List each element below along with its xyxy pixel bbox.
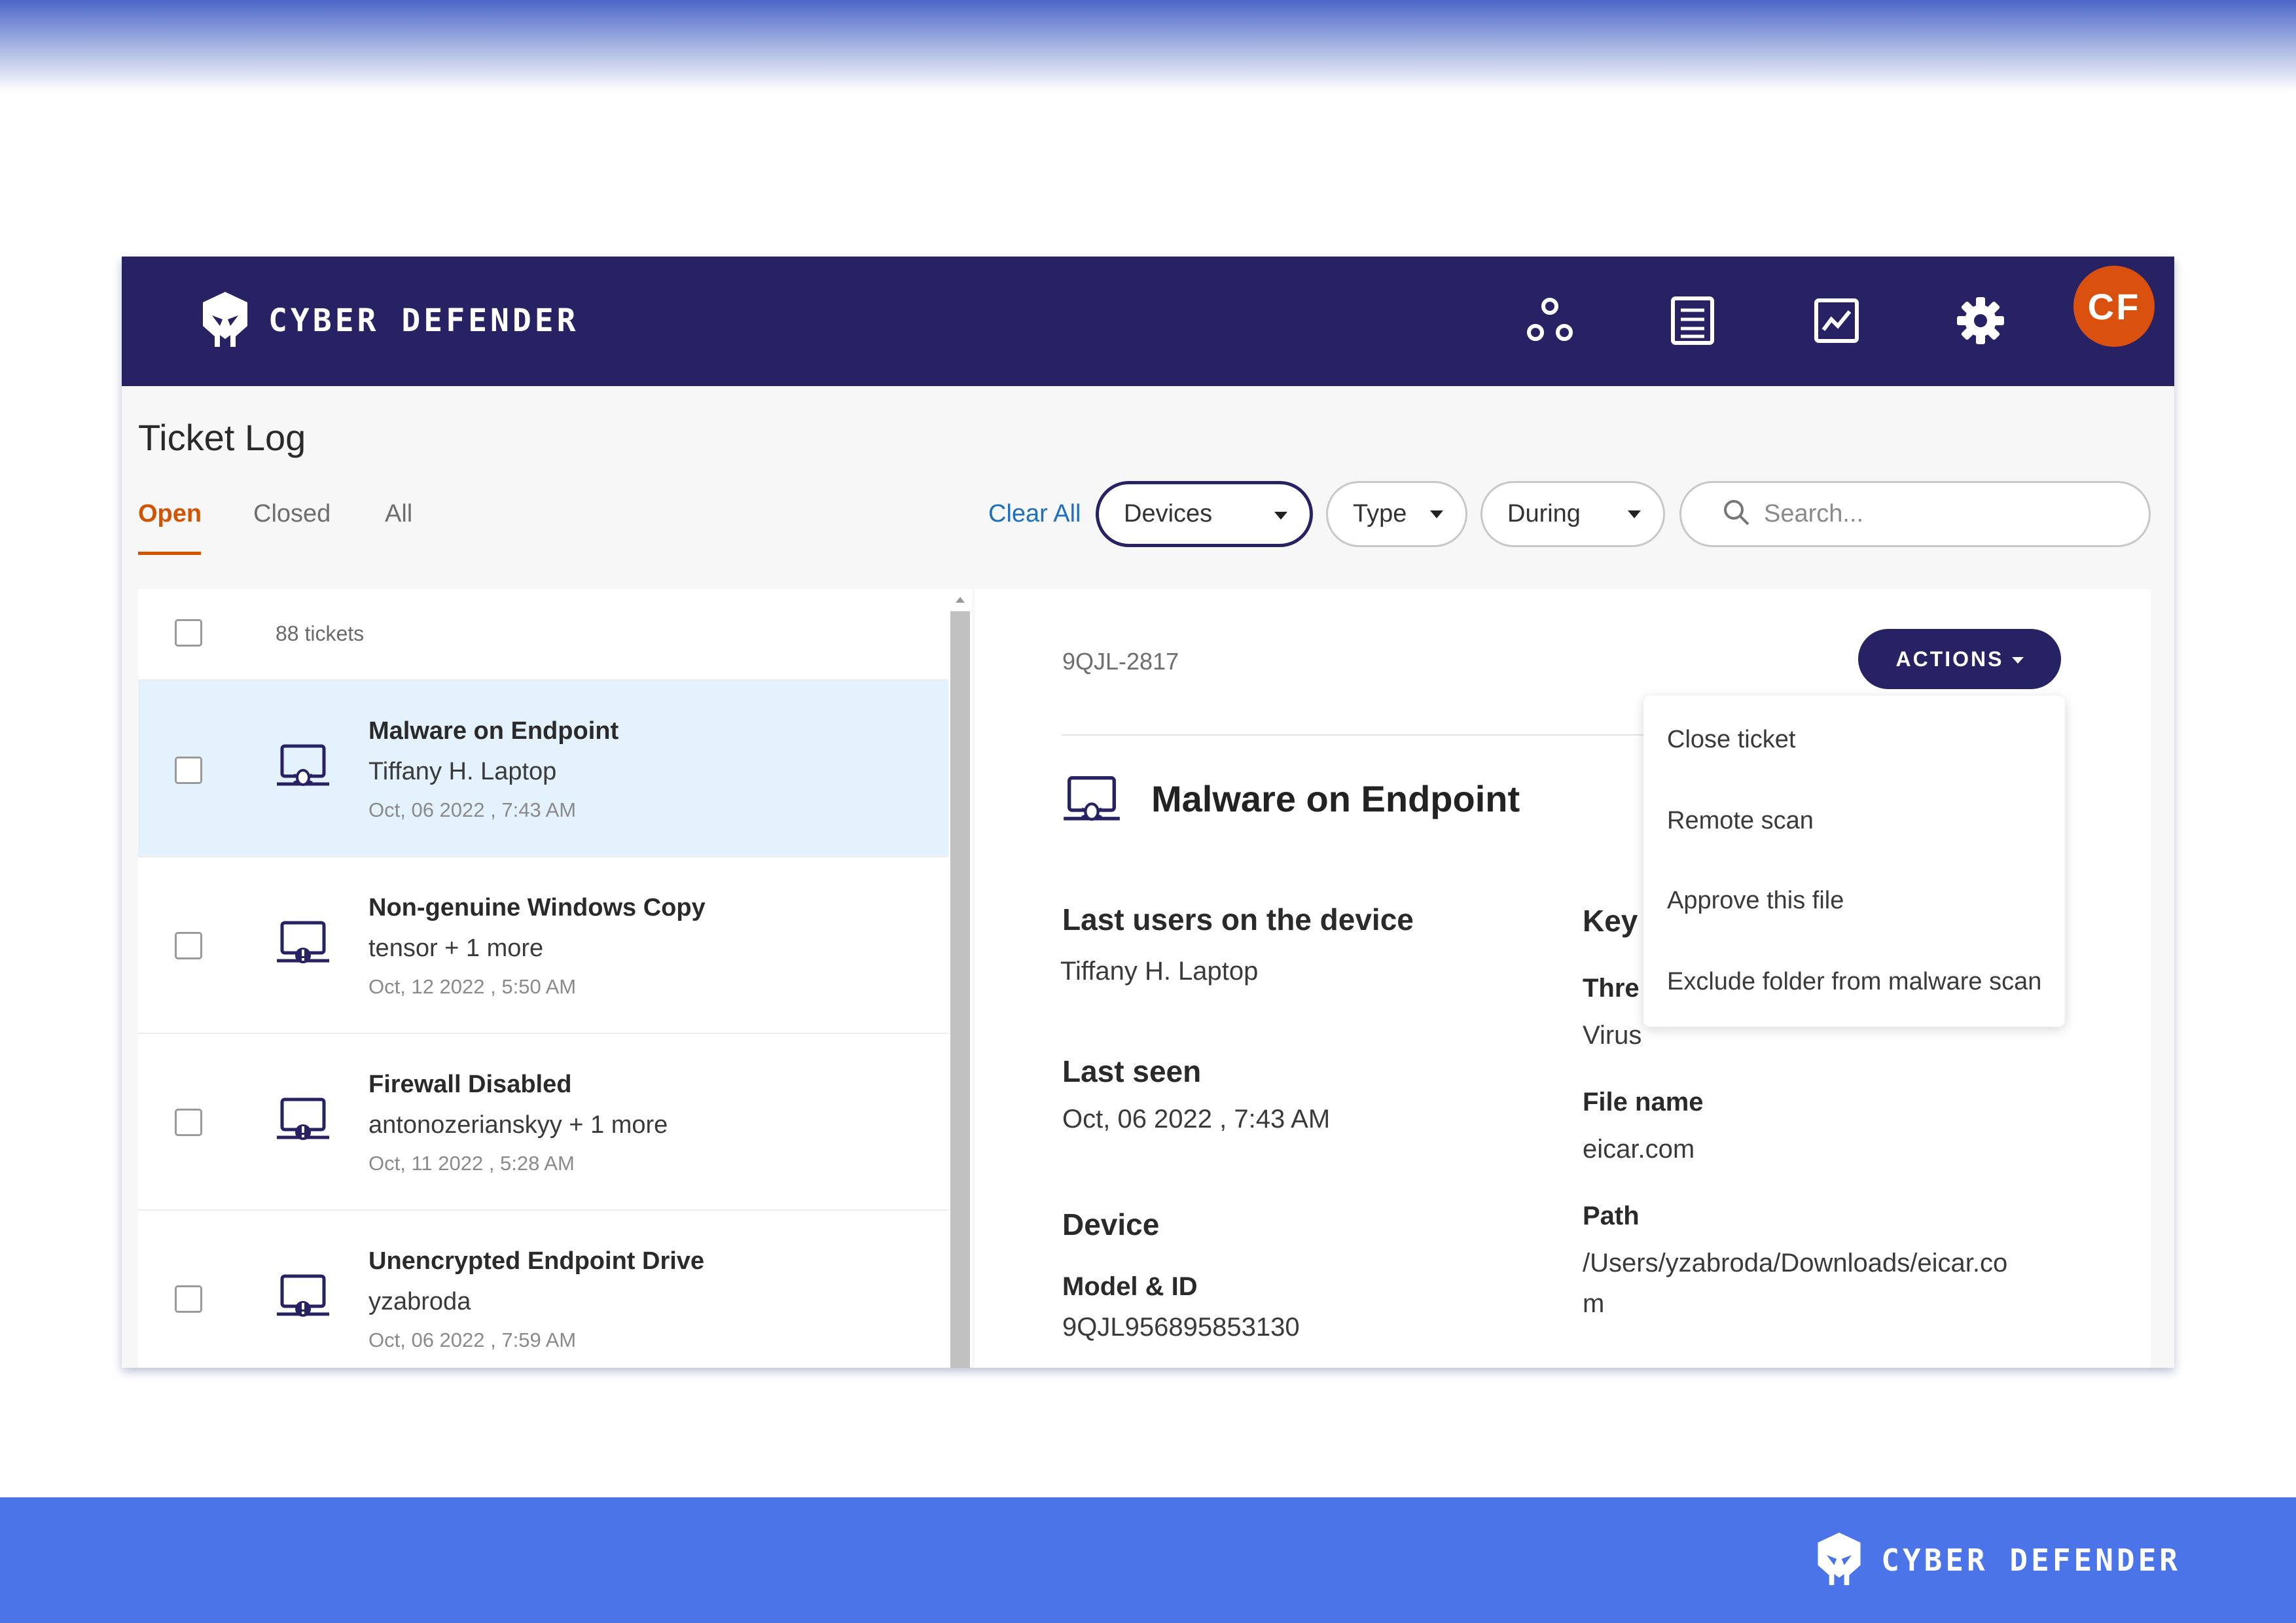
menu-item-approve-file[interactable]: Approve this file <box>1667 887 1844 915</box>
file-name-value: eicar.com <box>1583 1135 1695 1164</box>
select-all-checkbox[interactable] <box>175 619 202 647</box>
type-dropdown[interactable]: Type <box>1326 481 1467 547</box>
ticket-row[interactable]: Malware on Endpoint Tiffany H. Laptop Oc… <box>138 681 948 857</box>
tab-all[interactable]: All <box>385 500 412 528</box>
ticket-user: tensor + 1 more <box>368 935 544 962</box>
chevron-down-icon <box>1430 510 1443 518</box>
ticket-date: Oct, 06 2022 , 7:43 AM <box>368 798 577 821</box>
last-seen-label: Last seen <box>1062 1054 1202 1088</box>
during-dropdown-label: During <box>1507 500 1581 527</box>
clear-all-link[interactable]: Clear All <box>988 500 1081 528</box>
actions-button[interactable]: ACTIONS <box>1858 629 2061 689</box>
search-icon <box>1722 498 1751 530</box>
ticket-checkbox[interactable] <box>175 757 202 784</box>
ticket-date: Oct, 06 2022 , 7:59 AM <box>368 1329 577 1351</box>
footer-logo: CYBER DEFENDER <box>1812 1530 2181 1590</box>
search-field[interactable] <box>1679 481 2151 547</box>
last-users-value: Tiffany H. Laptop <box>1060 957 1259 986</box>
device-label: Device <box>1062 1207 1160 1241</box>
menu-item-close-ticket[interactable]: Close ticket <box>1667 726 1795 754</box>
tab-open[interactable]: Open <box>138 500 202 528</box>
caret-down-icon <box>2011 657 2024 664</box>
ticket-title: Firewall Disabled <box>368 1071 572 1098</box>
model-id-value: 9QJL956895853130 <box>1062 1313 1300 1342</box>
nodes-icon[interactable] <box>1520 291 1580 351</box>
footer-band: CYBER DEFENDER <box>0 1497 2296 1623</box>
actions-button-label: ACTIONS <box>1895 647 2004 671</box>
ticket-list-header: 88 tickets <box>138 589 948 681</box>
actions-menu: Close ticket Remote scan Approve this fi… <box>1643 696 2065 1027</box>
laptop-alert-icon <box>276 1097 331 1147</box>
devices-dropdown-label: Devices <box>1124 500 1213 527</box>
ticket-checkbox[interactable] <box>175 932 202 959</box>
during-dropdown[interactable]: During <box>1480 481 1665 547</box>
ticket-title: Non-genuine Windows Copy <box>368 894 706 921</box>
devices-dropdown[interactable]: Devices <box>1096 481 1313 547</box>
chevron-down-icon <box>1628 510 1641 518</box>
tab-closed[interactable]: Closed <box>253 500 331 528</box>
laptop-bug-icon <box>1062 775 1121 829</box>
top-navbar: CYBER DEFENDER CF <box>122 257 2174 386</box>
ticket-title: Malware on Endpoint <box>368 717 619 745</box>
shield-logo-icon <box>1812 1530 1867 1591</box>
chevron-down-icon <box>1274 512 1287 520</box>
brand-name: CYBER DEFENDER <box>268 302 579 339</box>
threat-label: Thre <box>1583 974 1640 1003</box>
menu-item-remote-scan[interactable]: Remote scan <box>1667 807 1814 835</box>
path-value-continued: m <box>1583 1289 1605 1318</box>
gear-icon[interactable] <box>1950 291 2011 351</box>
ticket-row[interactable]: Unencrypted Endpoint Drive yzabroda Oct,… <box>138 1211 948 1368</box>
ticket-count: 88 tickets <box>276 622 365 645</box>
ticket-list: 88 tickets Malware on Endpoint Tiffany H… <box>138 589 948 1368</box>
shield-logo-icon <box>198 289 253 353</box>
last-seen-value: Oct, 06 2022 , 7:43 AM <box>1062 1105 1331 1133</box>
active-tab-underline <box>138 552 201 555</box>
search-input[interactable] <box>1764 500 2117 528</box>
page-title: Ticket Log <box>138 417 306 458</box>
ticket-id: 9QJL-2817 <box>1062 648 1179 675</box>
model-id-label: Model & ID <box>1062 1272 1198 1301</box>
path-label: Path <box>1583 1202 1640 1230</box>
last-users-label: Last users on the device <box>1062 902 1414 936</box>
ticket-checkbox[interactable] <box>175 1285 202 1313</box>
laptop-alert-icon <box>276 1274 331 1324</box>
ticket-title: Unencrypted Endpoint Drive <box>368 1247 705 1275</box>
laptop-alert-icon <box>276 920 331 971</box>
key-label: Key <box>1583 904 1638 938</box>
list-scrollbar-thumb[interactable] <box>950 611 970 1368</box>
list-icon[interactable] <box>1662 291 1723 351</box>
path-value: /Users/yzabroda/Downloads/eicar.co <box>1583 1249 2008 1277</box>
ticket-user: yzabroda <box>368 1288 471 1315</box>
ticket-row[interactable]: Firewall Disabled antonozerianskyy + 1 m… <box>138 1034 948 1211</box>
ticket-date: Oct, 12 2022 , 5:50 AM <box>368 975 577 998</box>
file-name-label: File name <box>1583 1088 1704 1116</box>
ticket-user: Tiffany H. Laptop <box>368 758 557 785</box>
scroll-up-arrow-icon[interactable] <box>956 597 965 603</box>
menu-item-exclude-folder[interactable]: Exclude folder from malware scan <box>1667 968 2041 996</box>
top-gradient-band <box>0 0 2296 92</box>
type-dropdown-label: Type <box>1353 500 1407 527</box>
laptop-bug-icon <box>276 743 331 794</box>
footer-brand-name: CYBER DEFENDER <box>1881 1543 2181 1578</box>
threat-value: Virus <box>1583 1021 1642 1050</box>
user-avatar[interactable]: CF <box>2073 266 2155 347</box>
ticket-checkbox[interactable] <box>175 1109 202 1136</box>
ticket-date: Oct, 11 2022 , 5:28 AM <box>368 1152 575 1175</box>
chart-icon[interactable] <box>1806 291 1867 351</box>
detail-title: Malware on Endpoint <box>1151 778 1520 819</box>
brand-logo[interactable]: CYBER DEFENDER <box>198 291 579 351</box>
ticket-row[interactable]: Non-genuine Windows Copy tensor + 1 more… <box>138 857 948 1034</box>
ticket-user: antonozerianskyy + 1 more <box>368 1111 668 1139</box>
